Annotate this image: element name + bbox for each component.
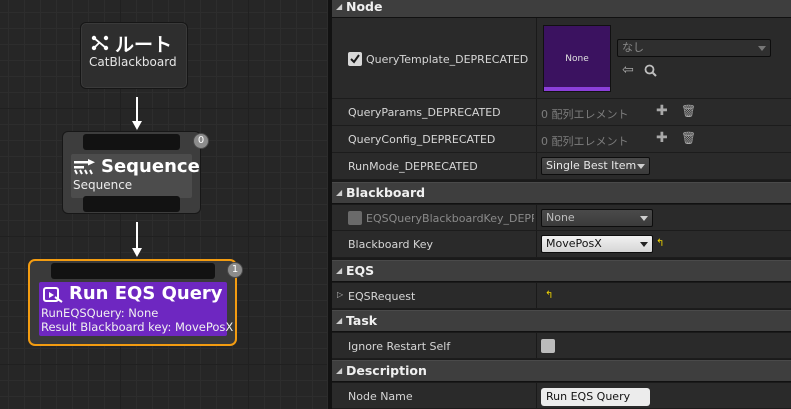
eqs-title-area: Run EQS Query RunEQSQuery: None Result B… [39, 282, 233, 336]
browse-search-icon[interactable] [644, 64, 657, 77]
eqs-title: Run EQS Query [69, 283, 223, 304]
property-row-query-config: QueryConfig_DEPRECATED 0 配列エレメント ✚ 🗑 [332, 126, 791, 153]
thumbnail-type-bar [544, 87, 610, 91]
property-label: Blackboard Key [348, 238, 433, 251]
property-label: EQSRequest [348, 290, 416, 303]
category-title: EQS [346, 263, 375, 278]
property-row-node-name: Node Name Run EQS Query [332, 383, 791, 409]
collapse-triangle-icon: ◢ [336, 316, 343, 325]
details-panel: ◢ Node QueryTemplate_DEPRECATED None なし … [332, 0, 791, 409]
node-name-input[interactable]: Run EQS Query [541, 388, 650, 406]
add-element-icon[interactable]: ✚ [656, 103, 668, 119]
collapse-triangle-icon: ◢ [336, 266, 343, 275]
column-divider[interactable] [536, 283, 537, 308]
property-row-run-mode: RunMode_DEPRECATED Single Best Item [332, 153, 791, 180]
blackboard-key-value: MovePosX [546, 237, 602, 250]
category-title: Task [346, 313, 378, 328]
use-selected-arrow-icon[interactable]: ⇦ [622, 62, 634, 78]
property-row-eqs-request: ▷ EQSRequest ↰ [332, 283, 791, 309]
chevron-down-icon [640, 216, 648, 221]
column-divider[interactable] [536, 231, 537, 257]
trash-icon[interactable]: 🗑 [681, 131, 696, 145]
property-label: QueryConfig_DEPRECATED [348, 133, 496, 146]
property-label: EQSQueryBlackboardKey_DEPREC [366, 212, 534, 225]
execution-index-badge: 1 [227, 262, 243, 278]
category-task[interactable]: ◢ Task [332, 310, 791, 332]
eqs-key-combo[interactable]: None [541, 209, 653, 227]
array-element-count: 0 配列エレメント [541, 108, 629, 121]
sequence-node[interactable]: Sequence Sequence 0 [62, 131, 209, 214]
input-pin[interactable] [51, 263, 215, 279]
blackboard-key-combo[interactable]: MovePosX [541, 235, 653, 253]
property-row-query-template: QueryTemplate_DEPRECATED None なし ⇦ [332, 18, 791, 99]
expand-triangle-icon[interactable]: ▷ [337, 290, 343, 299]
property-label: Ignore Restart Self [348, 340, 451, 353]
root-node[interactable]: ルート CatBlackboard [80, 22, 188, 89]
property-label: Node Name [348, 390, 413, 403]
property-label: QueryParams_DEPRECATED [348, 106, 501, 119]
eqs-result-key-line: Result Blackboard key: MovePosX [41, 320, 234, 334]
asset-picker-value: なし [622, 41, 644, 54]
eqs-key-checkbox[interactable] [348, 211, 362, 225]
trash-icon[interactable]: 🗑 [681, 104, 696, 118]
execution-index-badge: 0 [193, 133, 209, 149]
sequence-title-area: Sequence Sequence [71, 154, 200, 198]
chevron-down-icon [758, 46, 766, 51]
property-label: QueryTemplate_DEPRECATED [366, 53, 529, 66]
root-title: ルート [91, 31, 173, 56]
thumbnail-text: None [565, 54, 589, 64]
array-element-count: 0 配列エレメント [541, 135, 629, 148]
eqs-key-value: None [546, 211, 575, 224]
run-eqs-query-node[interactable]: Run EQS Query RunEQSQuery: None Result B… [28, 259, 243, 346]
chevron-down-icon [640, 242, 648, 247]
sequence-icon [74, 159, 95, 175]
category-blackboard[interactable]: ◢ Blackboard [332, 182, 791, 204]
category-eqs[interactable]: ◢ EQS [332, 260, 791, 282]
column-divider[interactable] [536, 333, 537, 358]
output-pin[interactable] [83, 196, 180, 212]
reset-to-default-icon[interactable]: ↰ [545, 290, 553, 301]
column-divider[interactable] [536, 126, 537, 152]
root-title-text: ルート [115, 33, 173, 56]
collapse-triangle-icon: ◢ [336, 188, 343, 197]
eqs-query-icon [43, 287, 63, 303]
sequence-title: Sequence [101, 156, 200, 177]
run-mode-value: Single Best Item [546, 159, 637, 172]
property-row-query-params: QueryParams_DEPRECATED 0 配列エレメント ✚ 🗑 [332, 99, 791, 126]
category-description[interactable]: ◢ Description [332, 360, 791, 382]
category-node[interactable]: ◢ Node [332, 0, 791, 18]
category-title: Description [346, 363, 427, 378]
run-mode-combo[interactable]: Single Best Item [541, 157, 650, 175]
reset-to-default-icon[interactable]: ↰ [656, 238, 664, 249]
column-divider[interactable] [536, 153, 537, 179]
sequence-subtitle: Sequence [73, 178, 133, 192]
collapse-triangle-icon: ◢ [336, 366, 343, 375]
behavior-tree-graph[interactable]: ルート CatBlackboard Sequence Sequence 0 Ru… [0, 0, 327, 409]
column-divider[interactable] [536, 205, 537, 230]
add-element-icon[interactable]: ✚ [656, 130, 668, 146]
ignore-restart-checkbox[interactable] [541, 339, 555, 353]
input-pin[interactable] [83, 134, 180, 150]
property-row-eqs-blackboard-key: EQSQueryBlackboardKey_DEPREC None [332, 205, 791, 231]
root-subtitle: CatBlackboard [89, 55, 177, 69]
property-label: RunMode_DEPRECATED [348, 160, 478, 173]
asset-picker-combo[interactable]: なし [617, 39, 771, 57]
root-icon [91, 35, 109, 51]
column-divider[interactable] [536, 99, 537, 125]
chevron-down-icon [637, 164, 645, 169]
column-divider[interactable] [536, 383, 537, 408]
eqs-query-line: RunEQSQuery: None [41, 306, 159, 320]
connection-arrow [132, 222, 142, 257]
asset-thumbnail[interactable]: None [543, 25, 611, 92]
collapse-triangle-icon: ◢ [336, 2, 343, 11]
connection-arrow [132, 97, 142, 130]
category-title: Blackboard [346, 185, 426, 200]
category-title: Node [346, 0, 383, 14]
checkmark-icon [350, 54, 360, 64]
query-template-checkbox[interactable] [348, 52, 362, 66]
column-divider[interactable] [536, 18, 537, 98]
property-row-blackboard-key: Blackboard Key MovePosX ↰ [332, 231, 791, 258]
property-row-ignore-restart-self: Ignore Restart Self [332, 333, 791, 359]
